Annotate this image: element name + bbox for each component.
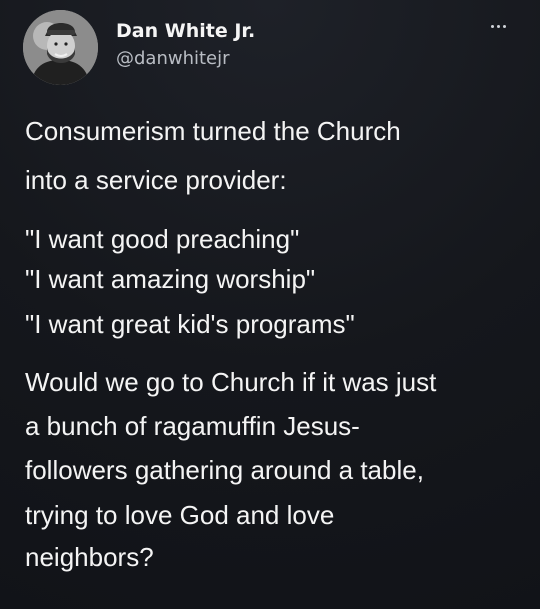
tweet-text-line: a bunch of ragamuffin Jesus- [25, 411, 360, 441]
more-options-icon[interactable] [480, 16, 516, 36]
tweet-text-line: trying to love God and love [25, 500, 335, 530]
author-name[interactable]: Dan White Jr. [116, 19, 255, 43]
dot-1 [490, 24, 494, 28]
dot-3 [502, 24, 506, 28]
avatar[interactable] [23, 10, 98, 85]
tweet-quote-line: "I want amazing worship" [25, 264, 316, 294]
tweet-text-line: into a service provider: [25, 165, 287, 195]
tweet-quote-line: "I want good preaching" [25, 224, 300, 254]
tweet-text-line: neighbors? [25, 542, 154, 572]
tweet-card: Dan White Jr. @danwhitejr Consumerism tu… [0, 0, 540, 609]
avatar-photo [23, 10, 98, 85]
tweet-quote-line: "I want great kid's programs" [25, 309, 355, 339]
author-handle[interactable]: @danwhitejr [116, 48, 230, 70]
tweet-text-line: followers gathering around a table, [25, 455, 424, 485]
tweet-text-line: Would we go to Church if it was just [25, 367, 437, 397]
tweet-text-line: Consumerism turned the Church [25, 116, 401, 146]
dot-2 [496, 24, 500, 28]
